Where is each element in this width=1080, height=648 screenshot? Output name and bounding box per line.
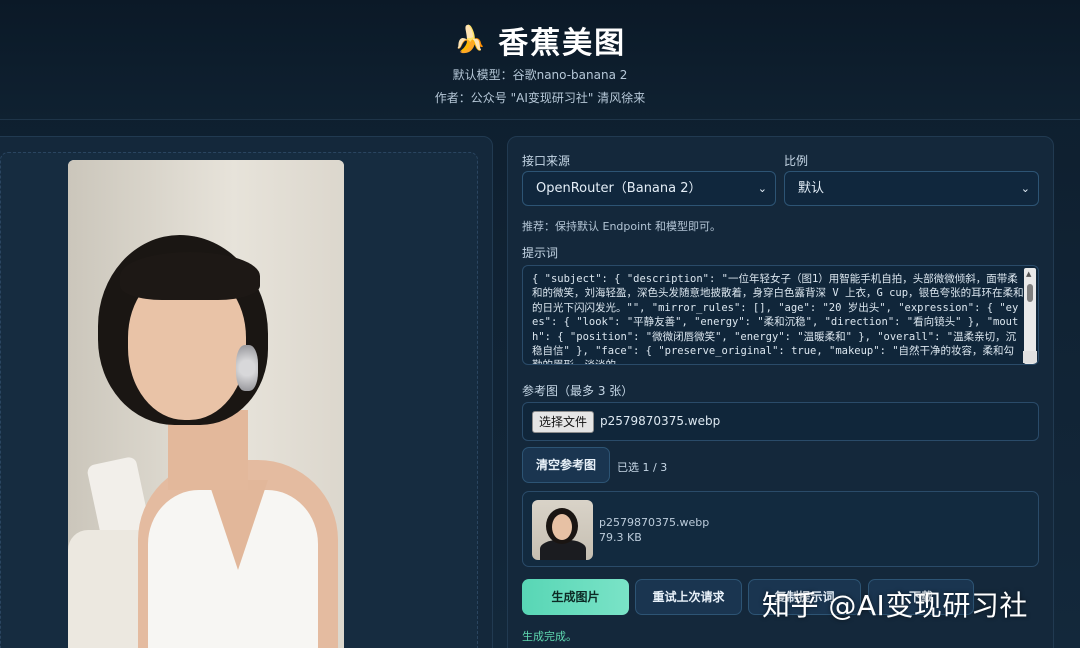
prompt-textarea[interactable]: { "subject": { "description": "一位年轻女子（图1… [522, 265, 1039, 365]
reference-label: 参考图（最多 3 张） [522, 384, 634, 398]
app-header: 🍌 香蕉美图 默认模型：谷歌nano-banana 2 作者：公众号 "AI变现… [0, 0, 1080, 120]
image-neckline [208, 480, 268, 570]
prompt-scrollbar[interactable]: ▲ [1024, 268, 1036, 364]
generate-button[interactable]: 生成图片 [522, 579, 629, 615]
resize-handle[interactable] [1023, 351, 1037, 363]
selected-file-name: p2579870375.webp [600, 414, 721, 428]
image-earring [236, 345, 258, 391]
status-message: 生成完成。 [522, 630, 577, 643]
source-label: 接口来源 [522, 154, 571, 168]
scroll-thumb[interactable] [1027, 284, 1033, 302]
scroll-up-icon[interactable]: ▲ [1026, 270, 1031, 278]
ratio-select[interactable]: 默认 ⌄ [784, 171, 1039, 206]
thumbnail-file-size: 79.3 KB [599, 531, 642, 544]
thumb-face [552, 514, 572, 540]
generated-image[interactable] [68, 160, 344, 648]
ratio-label: 比例 [784, 154, 809, 168]
app-title: 香蕉美图 [498, 26, 627, 61]
banana-icon: 🍌 [453, 25, 487, 55]
choose-file-button[interactable]: 选择文件 [532, 411, 595, 433]
source-select[interactable]: OpenRouter（Banana 2） ⌄ [522, 171, 776, 206]
retry-button[interactable]: 重试上次请求 [635, 579, 742, 615]
chevron-down-icon: ⌄ [1020, 182, 1030, 195]
image-bangs [120, 252, 260, 300]
watermark: 知乎 @AI变现研习社 [762, 589, 1028, 622]
default-model-text: 默认模型：谷歌nano-banana 2 [452, 68, 628, 82]
clear-references-button[interactable]: 清空参考图 [522, 447, 610, 483]
prompt-text: { "subject": { "description": "一位年轻女子（图1… [532, 273, 1024, 364]
thumbnail-file-name: p2579870375.webp [599, 516, 710, 529]
selected-count: 已选 1 / 3 [617, 461, 668, 474]
file-input[interactable]: 选择文件 p2579870375.webp [522, 402, 1039, 441]
source-select-value: OpenRouter（Banana 2） [536, 181, 702, 196]
chevron-down-icon: ⌄ [757, 182, 767, 195]
endpoint-hint: 推荐：保持默认 Endpoint 和模型即可。 [522, 220, 721, 233]
author-text: 作者：公众号 "AI变现研习社" 清风徐来 [434, 91, 646, 105]
reference-thumbnail[interactable] [532, 500, 593, 560]
prompt-label: 提示词 [522, 246, 559, 260]
reference-thumbnail-card [522, 491, 1039, 567]
ratio-select-value: 默认 [798, 181, 825, 196]
title-row: 🍌 香蕉美图 [0, 20, 1080, 61]
